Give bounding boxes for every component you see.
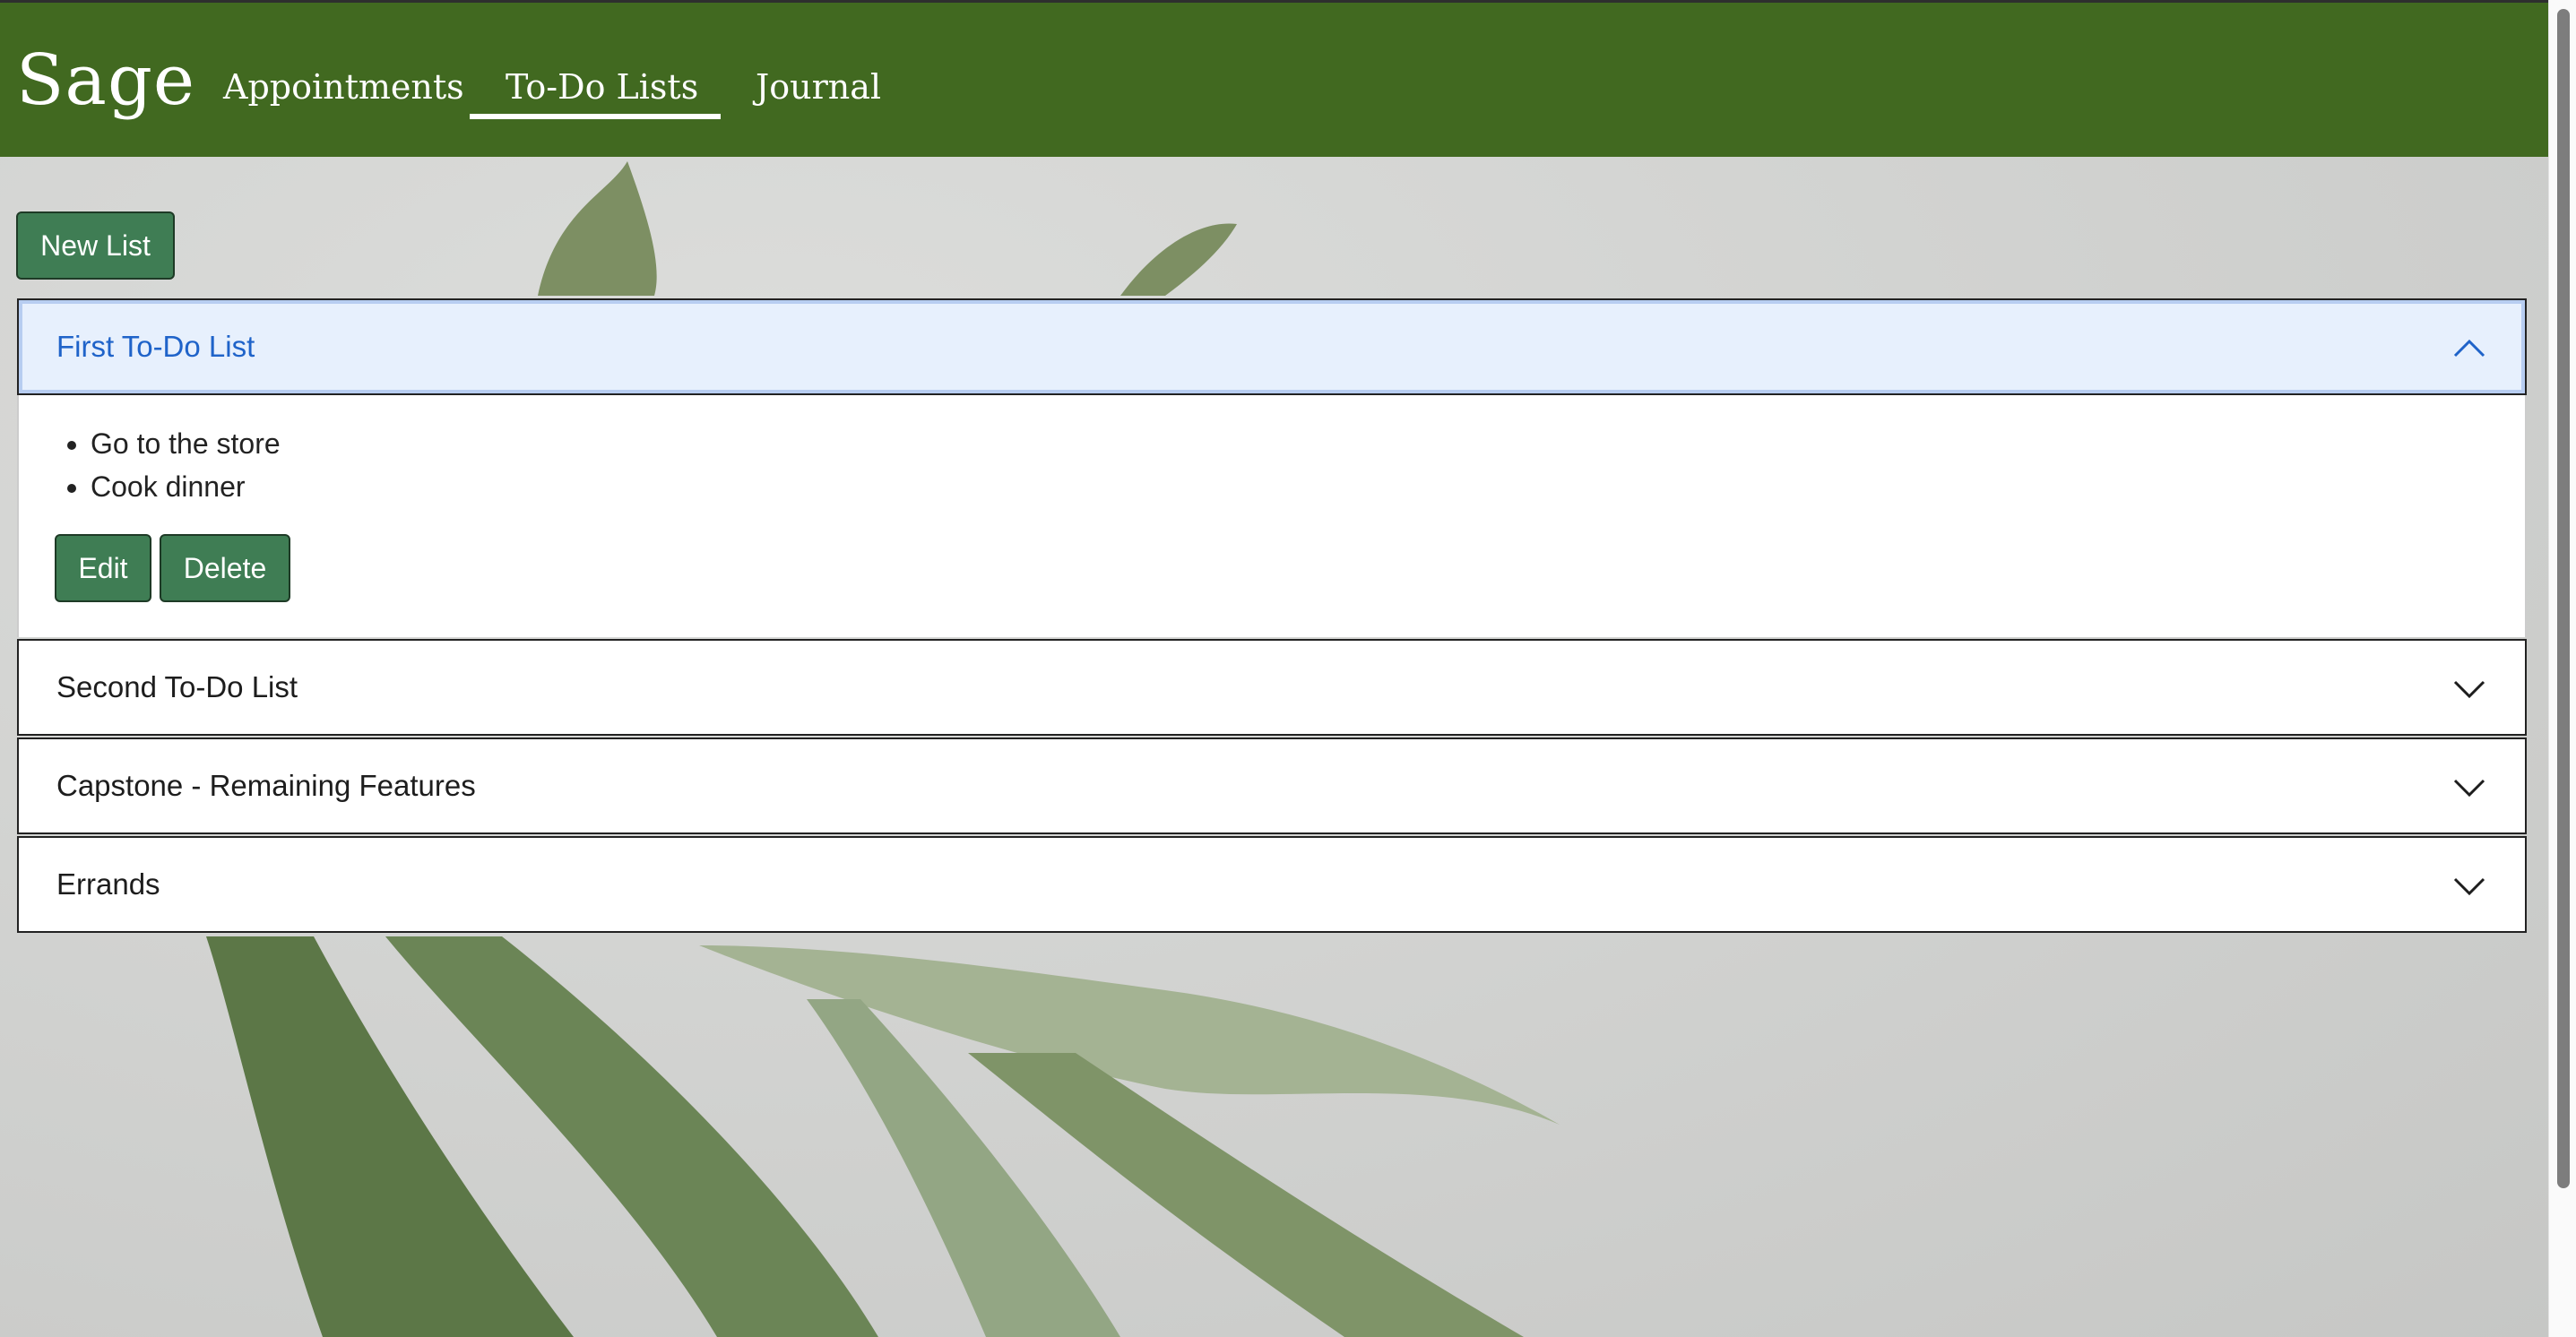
chevron-down-icon — [2453, 877, 2485, 896]
chevron-up-icon — [2453, 339, 2485, 358]
list-body-first: Go to the store Cook dinner Edit Delete — [17, 395, 2527, 637]
list-title: Errands — [56, 867, 160, 901]
list-item: Go to the store — [91, 422, 281, 465]
edit-button[interactable]: Edit — [55, 534, 151, 602]
nav-todo-lists[interactable]: To-Do Lists — [506, 67, 698, 107]
top-navbar: Sage Appointments To-Do Lists Journal — [0, 0, 2549, 157]
scrollbar-thumb[interactable] — [2557, 9, 2570, 1188]
new-list-button[interactable]: New List — [16, 211, 175, 280]
list-header-first[interactable]: First To-Do List — [17, 298, 2527, 395]
todo-accordion: First To-Do List Go to the store Cook di… — [17, 298, 2527, 933]
list-header-errands[interactable]: Errands — [17, 836, 2527, 933]
brand-logo[interactable]: Sage — [16, 40, 195, 121]
todo-items: Go to the store Cook dinner — [91, 422, 281, 508]
list-title: Second To-Do List — [56, 670, 298, 703]
vertical-scrollbar[interactable] — [2548, 0, 2576, 1337]
nav-appointments[interactable]: Appointments — [223, 67, 464, 107]
chevron-down-icon — [2453, 680, 2485, 699]
list-title: Capstone - Remaining Features — [56, 769, 476, 802]
chevron-down-icon — [2453, 779, 2485, 798]
list-header-second[interactable]: Second To-Do List — [17, 639, 2527, 736]
list-title: First To-Do List — [56, 330, 255, 363]
nav-journal[interactable]: Journal — [756, 67, 881, 107]
active-nav-indicator — [470, 114, 721, 119]
list-header-capstone[interactable]: Capstone - Remaining Features — [17, 738, 2527, 834]
delete-button[interactable]: Delete — [160, 534, 290, 602]
list-item: Cook dinner — [91, 465, 281, 508]
